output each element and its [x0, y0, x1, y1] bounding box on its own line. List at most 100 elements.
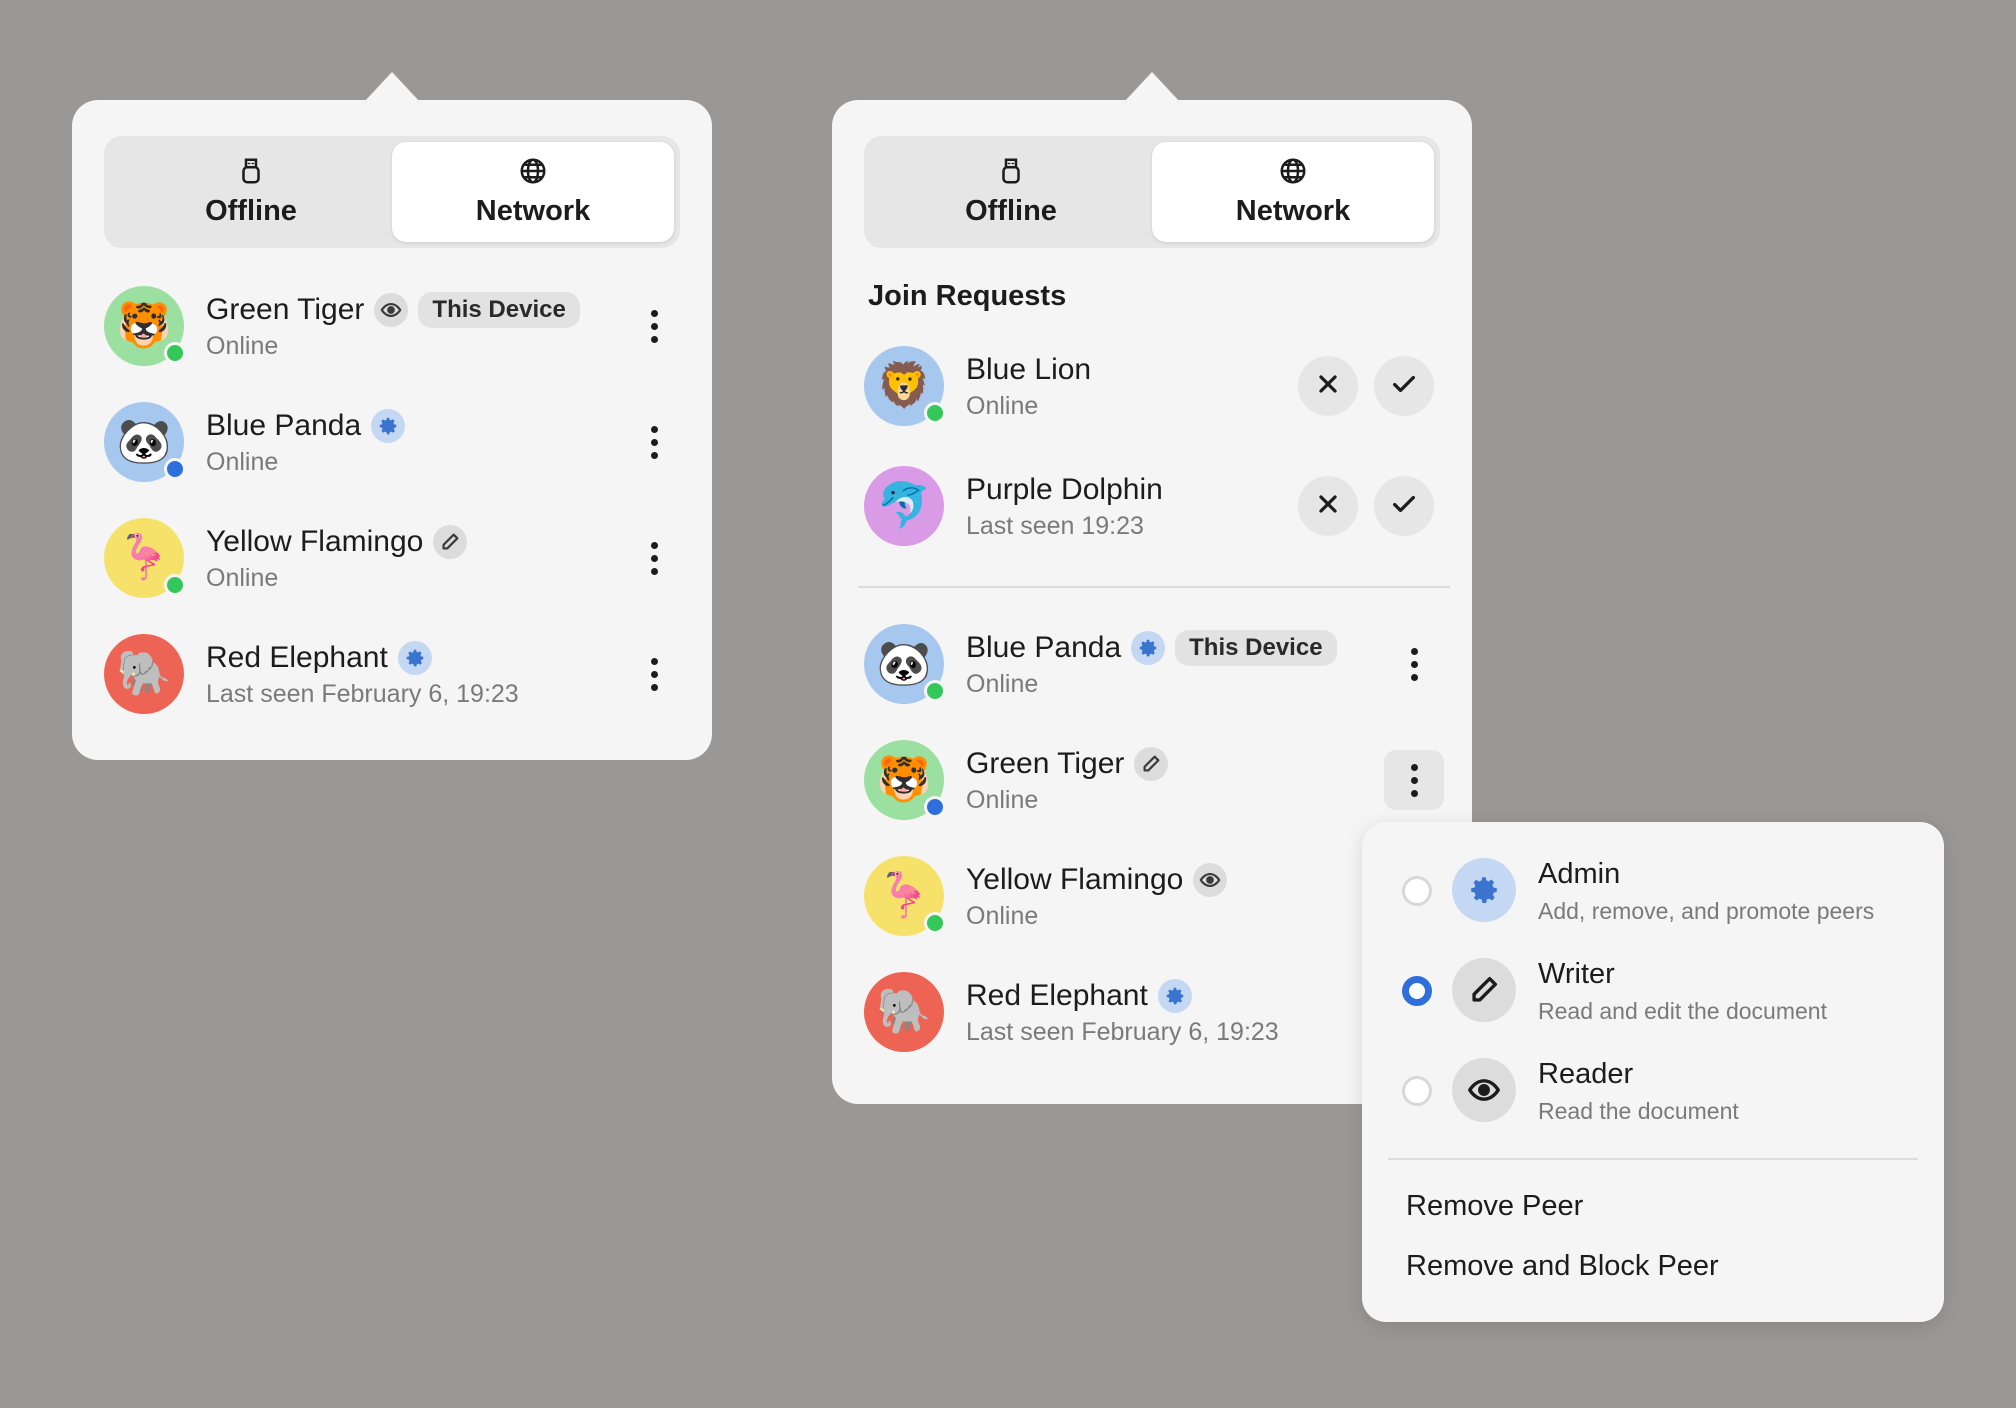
lion-avatar-icon: 🦁 [876, 360, 932, 411]
eye-icon [374, 293, 409, 327]
accept-request-button[interactable] [1374, 356, 1434, 416]
tab-network-label: Network [475, 195, 591, 227]
avatar: 🐬 [864, 466, 944, 546]
join-request-row: 🐬 Purple Dolphin Last seen 19:23 [864, 462, 1444, 550]
tiger-avatar-icon: 🐯 [876, 754, 932, 805]
peer-row[interactable]: 🐘 Red Elephant Last seen February 6, 19:… [104, 630, 684, 718]
peer-row[interactable]: 🐼 Blue Panda Online [104, 398, 684, 486]
kebab-dot [1410, 647, 1418, 655]
elephant-avatar-icon: 🐘 [116, 648, 172, 699]
peer-row[interactable]: 🦩 Yellow Flamingo Online [104, 514, 684, 602]
tiger-avatar-icon: 🐯 [116, 300, 172, 351]
remove-peer-button[interactable]: Remove Peer [1406, 1190, 1583, 1223]
popover-arrow [1124, 72, 1180, 102]
kebab-dot [1410, 776, 1418, 784]
peer-row[interactable]: 🐘 Red Elephant Last seen February 6, 19:… [864, 968, 1444, 1056]
decline-request-button[interactable] [1298, 356, 1358, 416]
globe-icon [518, 156, 548, 191]
presence-dot [924, 680, 946, 702]
gear-icon [1157, 979, 1192, 1013]
kebab-dot [1410, 789, 1418, 797]
peer-name: Green Tiger [206, 293, 365, 326]
kebab-dot [1410, 660, 1418, 668]
role-option-writer[interactable]: Writer Read and edit the document [1402, 952, 1922, 1032]
avatar: 🐘 [104, 634, 184, 714]
more-options-button[interactable] [1384, 634, 1444, 694]
peer-status: Last seen 19:23 [966, 512, 1144, 540]
gear-icon [371, 409, 406, 443]
kebab-dot [650, 541, 658, 549]
peer-name-line: Blue Lion [966, 350, 1091, 390]
tab-offline[interactable]: Offline [110, 142, 392, 242]
presence-dot [924, 796, 946, 818]
join-request-row: 🦁 Blue Lion Online [864, 342, 1444, 430]
avatar: 🐼 [864, 624, 946, 704]
avatar: 🐯 [864, 740, 946, 820]
avatar: 🦩 [864, 856, 946, 936]
peer-row[interactable]: 🦩 Yellow Flamingo Online [864, 852, 1444, 940]
kebab-dot [650, 438, 658, 446]
avatar: 🐼 [104, 402, 186, 482]
peer-name-line: Red Elephant [206, 638, 432, 678]
kebab-dot [650, 683, 658, 691]
role-radio[interactable] [1402, 1076, 1432, 1106]
join-requests-heading: Join Requests [868, 280, 1067, 312]
peer-name-line: Yellow Flamingo [206, 522, 468, 562]
elephant-avatar-icon: 🐘 [876, 986, 932, 1037]
tab-offline-label: Offline [965, 195, 1057, 227]
role-radio[interactable] [1402, 876, 1432, 906]
kebab-dot [650, 309, 658, 317]
tab-offline[interactable]: Offline [870, 142, 1152, 242]
peer-name: Purple Dolphin [966, 473, 1163, 506]
avatar: 🦩 [104, 518, 186, 598]
peer-status: Last seen February 6, 19:23 [966, 1018, 1279, 1046]
kebab-dot [1410, 673, 1418, 681]
avatar: 🐯 [104, 286, 186, 366]
role-option-admin[interactable]: Admin Add, remove, and promote peers [1402, 852, 1922, 932]
role-description: Read and edit the document [1538, 998, 1827, 1024]
peer-row[interactable]: 🐯 Green Tiger Online [864, 736, 1444, 824]
role-radio[interactable] [1402, 976, 1432, 1006]
role-title: Reader [1538, 1058, 1634, 1090]
kebab-dot [650, 567, 658, 575]
decline-request-button[interactable] [1298, 476, 1358, 536]
kebab-dot [650, 451, 658, 459]
more-options-button[interactable] [624, 528, 684, 588]
peer-status: Online [966, 902, 1039, 930]
pencil-icon [1134, 747, 1169, 781]
more-options-button[interactable] [624, 412, 684, 472]
more-options-button[interactable] [624, 296, 684, 356]
peer-name-line: Green Tiger This Device [206, 290, 580, 330]
close-icon [1314, 490, 1342, 523]
kebab-dot [650, 670, 658, 678]
presence-dot [164, 342, 186, 364]
role-description: Add, remove, and promote peers [1538, 898, 1875, 924]
accept-request-button[interactable] [1374, 476, 1434, 536]
presence-dot [924, 912, 946, 934]
presence-dot [164, 458, 186, 480]
more-options-button[interactable] [1384, 750, 1444, 810]
peer-row[interactable]: 🐯 Green Tiger This Device Online [104, 282, 684, 370]
peer-status: Online [206, 564, 279, 592]
peers-popover-offline: Offline Network 🐯 Green Tiger This Devic… [72, 72, 712, 760]
peer-role-menu: Admin Add, remove, and promote peers Wri… [1362, 822, 1944, 1322]
pencil-icon [1452, 958, 1516, 1022]
remove-and-block-peer-button[interactable]: Remove and Block Peer [1406, 1250, 1719, 1283]
role-title: Writer [1538, 958, 1615, 990]
peer-name: Blue Panda [966, 631, 1122, 664]
usb-drive-icon [996, 156, 1026, 191]
eye-icon [1193, 863, 1228, 897]
peer-name: Green Tiger [966, 747, 1125, 780]
pencil-icon [433, 525, 468, 559]
tab-network[interactable]: Network [1152, 142, 1434, 242]
checkmark-icon [1390, 490, 1418, 523]
this-device-badge: This Device [418, 292, 580, 328]
role-option-reader[interactable]: Reader Read the document [1402, 1052, 1922, 1132]
peer-row[interactable]: 🐼 Blue Panda This Device Online [864, 620, 1444, 708]
role-title: Admin [1538, 858, 1621, 890]
tab-network[interactable]: Network [392, 142, 674, 242]
popover-arrow [364, 72, 420, 102]
kebab-dot [650, 425, 658, 433]
usb-drive-icon [236, 156, 266, 191]
more-options-button[interactable] [624, 644, 684, 704]
